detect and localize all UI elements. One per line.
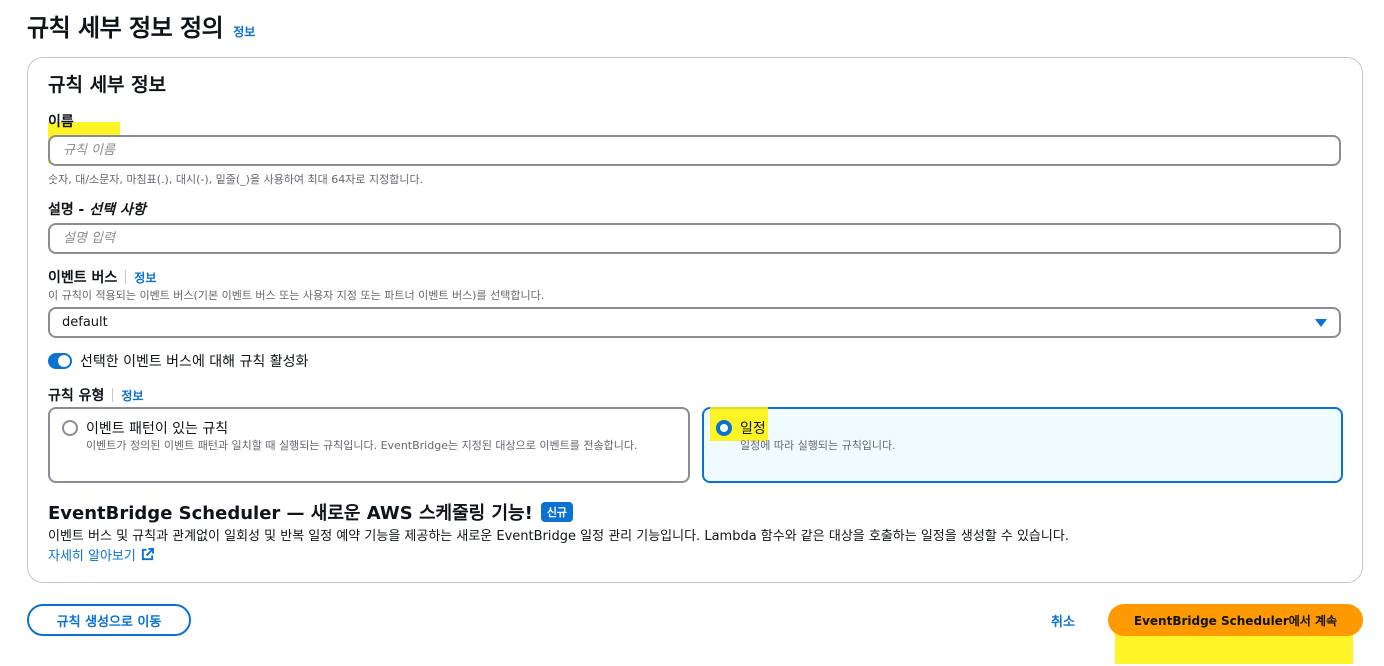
learn-more-link[interactable]: 자세히 알아보기	[48, 545, 154, 564]
description-label-text: 설명	[48, 202, 74, 218]
go-to-rule-creation-button[interactable]: 규칙 생성으로 이동	[27, 604, 191, 636]
cancel-button[interactable]: 취소	[1038, 604, 1088, 636]
rule-type-label: 규칙 유형	[48, 388, 105, 404]
name-hint: 숫자, 대/소문자, 마침표(.), 대시(-), 밑줄(_)을 사용하여 최대…	[48, 173, 424, 186]
external-link-icon	[141, 548, 154, 561]
rule-name-input[interactable]	[48, 135, 1341, 166]
event-bus-hint: 이 규칙이 적용되는 이벤트 버스(기본 이벤트 버스 또는 사용자 지정 또는…	[48, 289, 545, 302]
divider	[125, 270, 127, 284]
radio-button-checked-icon[interactable]	[716, 420, 732, 436]
learn-more-text: 자세히 알아보기	[48, 549, 136, 564]
description-label: 설명 - 선택 사항	[48, 199, 146, 219]
optional-label: - 선택 사항	[73, 202, 146, 218]
option-title: 이벤트 패턴이 있는 규칙	[86, 421, 229, 437]
enable-rule-toggle-row[interactable]: 선택한 이벤트 버스에 대해 규칙 활성화	[48, 351, 308, 371]
rule-details-panel: 규칙 세부 정보 이름 숫자, 대/소문자, 마침표(.), 대시(-), 밑줄…	[27, 57, 1363, 583]
rule-type-label-row: 규칙 유형 정보	[48, 385, 144, 405]
event-bus-selected-value: default	[62, 315, 108, 330]
scheduler-promo-description: 이벤트 버스 및 규칙과 관계없이 일회성 및 반복 일정 예약 기능을 제공하…	[48, 529, 1069, 544]
panel-title: 규칙 세부 정보	[48, 74, 167, 96]
header-info-link[interactable]: 정보	[233, 23, 255, 40]
promo-title-text: EventBridge Scheduler — 새로운 AWS 스케줄링 기능!	[48, 503, 533, 524]
new-badge: 신규	[540, 502, 574, 522]
event-bus-info-link[interactable]: 정보	[134, 269, 156, 286]
option-title: 일정	[740, 421, 766, 437]
option-description: 이벤트가 정의된 이벤트 패턴과 일치할 때 실행되는 규칙입니다. Event…	[86, 439, 638, 452]
radio-button-icon[interactable]	[62, 420, 78, 436]
event-bus-label-row: 이벤트 버스 정보	[48, 267, 156, 287]
page: 규칙 세부 정보 정의 정보 규칙 세부 정보 이름 숫자, 대/소문자, 마침…	[0, 0, 1384, 666]
option-description: 일정에 따라 실행되는 규칙입니다.	[740, 439, 896, 452]
toggle-switch-icon[interactable]	[48, 353, 72, 369]
description-input[interactable]	[48, 223, 1341, 254]
rule-type-info-link[interactable]: 정보	[121, 387, 143, 404]
event-bus-label: 이벤트 버스	[48, 270, 118, 286]
event-bus-select[interactable]: default	[48, 307, 1341, 338]
caret-down-icon	[1315, 318, 1327, 327]
page-header: 규칙 세부 정보 정의 정보	[27, 8, 255, 43]
enable-rule-label: 선택한 이벤트 버스에 대해 규칙 활성화	[80, 354, 309, 370]
name-label: 이름	[48, 114, 74, 130]
divider	[112, 388, 114, 402]
scheduler-promo-title: EventBridge Scheduler — 새로운 AWS 스케줄링 기능!…	[48, 499, 574, 525]
rule-type-option-schedule[interactable]: 일정 일정에 따라 실행되는 규칙입니다.	[702, 407, 1343, 483]
page-title: 규칙 세부 정보 정의	[27, 14, 224, 42]
continue-in-scheduler-button[interactable]: EventBridge Scheduler에서 계속	[1108, 604, 1363, 636]
rule-type-option-event-pattern[interactable]: 이벤트 패턴이 있는 규칙 이벤트가 정의된 이벤트 패턴과 일치할 때 실행되…	[48, 407, 690, 483]
